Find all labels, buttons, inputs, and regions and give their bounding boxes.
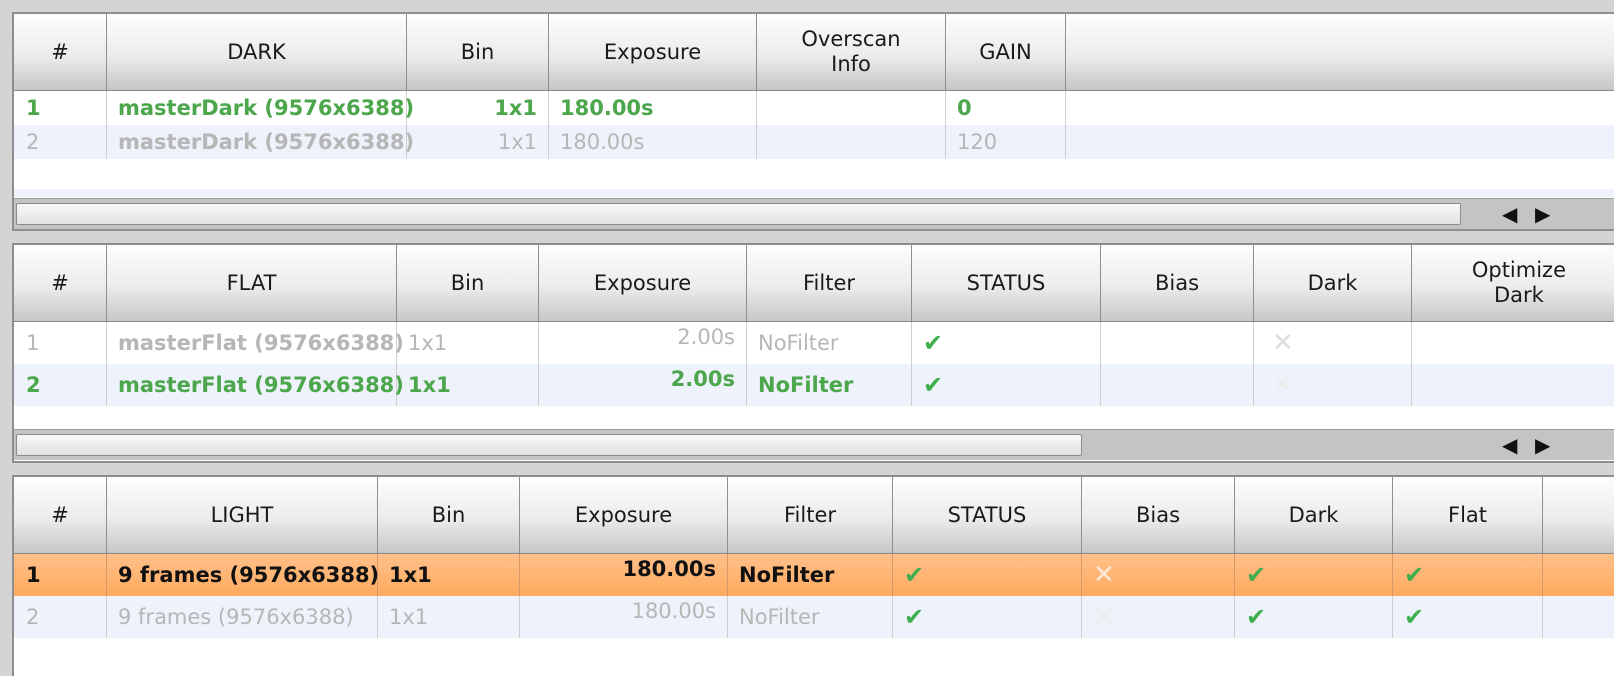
- col-header-flat[interactable]: FLAT: [107, 245, 397, 321]
- col-header-bias[interactable]: Bias: [1101, 245, 1254, 321]
- triangle-right-icon[interactable]: ▶: [1535, 202, 1550, 226]
- row-name: masterFlat (9576x6388): [107, 322, 404, 364]
- col-header-bin[interactable]: Bin: [378, 477, 520, 553]
- row-gain: 120: [946, 125, 1066, 159]
- row-name: masterFlat (9576x6388): [107, 364, 404, 406]
- row-exposure: 180.00s: [520, 596, 728, 638]
- row-overscan: [757, 125, 946, 159]
- checkmark-icon: ✔: [1235, 596, 1393, 638]
- row-exposure: 2.00s: [539, 364, 747, 406]
- checkmark-icon: ✔: [912, 322, 1101, 364]
- col-header-exposure[interactable]: Exposure: [549, 14, 757, 90]
- row-bias: [1101, 322, 1254, 364]
- triangle-left-icon[interactable]: ◀: [1502, 433, 1517, 457]
- triangle-right-icon[interactable]: ▶: [1535, 433, 1550, 457]
- row-name: masterDark (9576x6388): [107, 91, 414, 125]
- col-header-gain[interactable]: GAIN: [946, 14, 1066, 90]
- col-header-status[interactable]: STATUS: [912, 245, 1101, 321]
- table-row-selected[interactable]: 1 9 frames (9576x6388) 1x1 180.00s NoFil…: [14, 554, 1614, 596]
- col-header-overscan-info[interactable]: Overscan Info: [757, 14, 946, 90]
- row-number: 1: [14, 554, 107, 596]
- cross-icon: ✕: [1254, 322, 1412, 364]
- col-header-optimize-dark[interactable]: Optimize Dark: [1412, 245, 1572, 321]
- row-bin: 1x1: [378, 596, 520, 638]
- row-exposure: 2.00s: [539, 322, 747, 364]
- row-bin: 1x1: [407, 125, 549, 159]
- col-header-filter[interactable]: Filter: [747, 245, 912, 321]
- col-header-bin[interactable]: Bin: [397, 245, 539, 321]
- row-filter: NoFilter: [747, 322, 912, 364]
- row-filter: NoFilter: [728, 596, 893, 638]
- col-header-status[interactable]: STATUS: [893, 477, 1082, 553]
- row-optimize-dark: [1412, 364, 1572, 406]
- row-name: 9 frames (9576x6388): [107, 596, 378, 638]
- horizontal-scrollbar[interactable]: ◀ ▶: [14, 429, 1614, 460]
- scrollbar-thumb[interactable]: [16, 203, 1461, 225]
- table-row[interactable]: 1 masterFlat (9576x6388) 1x1 2.00s NoFil…: [14, 322, 1614, 364]
- flat-table: # FLAT Bin Exposure Filter STATUS Bias D…: [12, 243, 1614, 463]
- col-header-flat[interactable]: Flat: [1393, 477, 1543, 553]
- col-header-bin[interactable]: Bin: [407, 14, 549, 90]
- row-number: 1: [14, 91, 107, 125]
- col-header-exposure[interactable]: Exposure: [520, 477, 728, 553]
- row-gain: 0: [946, 91, 1066, 125]
- row-filter: NoFilter: [728, 554, 893, 596]
- dark-table: # DARK Bin Exposure Overscan Info GAIN 1…: [12, 12, 1614, 231]
- light-table: # LIGHT Bin Exposure Filter STATUS Bias …: [12, 475, 1614, 676]
- row-number: 2: [14, 125, 107, 159]
- row-number: 2: [14, 364, 107, 406]
- row-exposure: 180.00s: [549, 125, 757, 159]
- row-exposure: 180.00s: [549, 91, 757, 125]
- row-name: 9 frames (9576x6388): [107, 554, 379, 596]
- triangle-left-icon[interactable]: ◀: [1502, 202, 1517, 226]
- table-row[interactable]: 2 9 frames (9576x6388) 1x1 180.00s NoFil…: [14, 596, 1614, 638]
- scrollbar-thumb[interactable]: [16, 434, 1082, 456]
- checkmark-icon: ✔: [1393, 596, 1543, 638]
- checkmark-icon: ✔: [1235, 554, 1393, 596]
- checkmark-icon: ✔: [1393, 554, 1543, 596]
- checkmark-icon: ✔: [893, 596, 1082, 638]
- col-header-dark[interactable]: Dark: [1235, 477, 1393, 553]
- col-header-number[interactable]: #: [14, 477, 107, 553]
- col-header-bias[interactable]: Bias: [1082, 477, 1235, 553]
- cross-icon: ✕: [1082, 596, 1235, 638]
- col-header-filter[interactable]: Filter: [728, 477, 893, 553]
- row-exposure: 180.00s: [520, 554, 728, 596]
- row-bin: 1x1: [397, 322, 539, 364]
- row-filter: NoFilter: [747, 364, 912, 406]
- col-header-exposure[interactable]: Exposure: [539, 245, 747, 321]
- row-name: masterDark (9576x6388): [107, 125, 414, 159]
- row-bias: [1101, 364, 1254, 406]
- col-header-light[interactable]: LIGHT: [107, 477, 378, 553]
- col-header-number[interactable]: #: [14, 245, 107, 321]
- cross-icon: ✕: [1082, 554, 1235, 596]
- row-overscan: [757, 91, 946, 125]
- row-bin: 1x1: [378, 554, 520, 596]
- table-row[interactable]: 1 masterDark (9576x6388) 1x1 180.00s 0: [14, 91, 1614, 125]
- cross-icon: ✕: [1254, 364, 1412, 406]
- col-header-dark[interactable]: DARK: [107, 14, 407, 90]
- col-header-number[interactable]: #: [14, 14, 107, 90]
- horizontal-scrollbar[interactable]: ◀ ▶: [14, 198, 1614, 229]
- checkmark-icon: ✔: [912, 364, 1101, 406]
- table-row[interactable]: 2 masterDark (9576x6388) 1x1 180.00s 120: [14, 125, 1614, 159]
- flat-table-header: # FLAT Bin Exposure Filter STATUS Bias D…: [14, 245, 1614, 322]
- col-header-dark[interactable]: Dark: [1254, 245, 1412, 321]
- table-row[interactable]: 2 masterFlat (9576x6388) 1x1 2.00s NoFil…: [14, 364, 1614, 406]
- row-optimize-dark: [1412, 322, 1572, 364]
- row-number: 1: [14, 322, 107, 364]
- empty-row: [14, 189, 1614, 197]
- light-table-header: # LIGHT Bin Exposure Filter STATUS Bias …: [14, 477, 1614, 554]
- checkmark-icon: ✔: [893, 554, 1082, 596]
- row-number: 2: [14, 596, 107, 638]
- row-bin: 1x1: [397, 364, 539, 406]
- dark-table-header: # DARK Bin Exposure Overscan Info GAIN: [14, 14, 1614, 91]
- row-bin: 1x1: [407, 91, 549, 125]
